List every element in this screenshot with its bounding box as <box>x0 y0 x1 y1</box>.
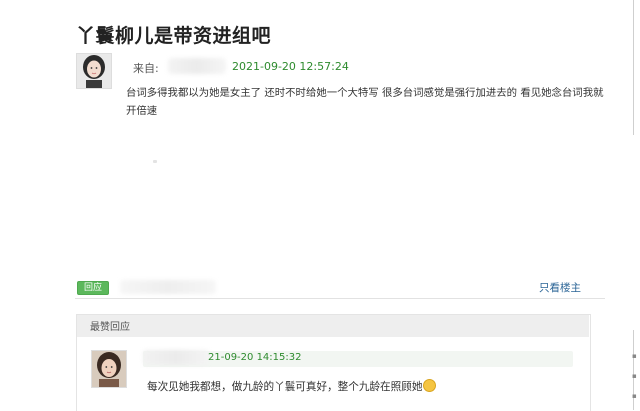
author-name-blurred[interactable] <box>168 58 226 74</box>
post-timestamp: 2021-09-20 12:57:24 <box>232 60 349 73</box>
scroll-marker-icon: ▪ <box>632 352 637 360</box>
only-author-link[interactable]: 只看楼主 <box>539 280 581 295</box>
reply-content: 每次见她我都想，做九龄的丫鬟可真好，整个九龄在照顾她 <box>147 379 437 394</box>
post-content: 台词多得我都以为她是女主了 还时不时给她一个大特写 很多台词感觉是强行加进去的 … <box>126 87 604 117</box>
reply-timestamp: 21-09-20 14:15:32 <box>208 352 302 363</box>
smile-emoji-icon <box>423 379 437 392</box>
blurred-text <box>120 280 216 294</box>
reply-text: 每次见她我都想，做九龄的丫鬟可真好，整个九龄在照顾她 <box>147 381 423 393</box>
reply-author-blurred[interactable] <box>143 350 209 365</box>
image-placeholder <box>153 160 157 163</box>
right-margin <box>630 0 640 410</box>
best-replies-header <box>77 315 589 337</box>
right-border <box>633 0 634 135</box>
reply-button[interactable]: 回应 <box>77 281 109 295</box>
divider <box>75 298 605 299</box>
post-title: 丫鬟柳儿是带资进组吧 <box>76 25 272 47</box>
source-label: 来自: <box>133 62 159 75</box>
reply-avatar[interactable] <box>91 350 127 388</box>
scroll-marker-icon: ▪ <box>632 392 637 400</box>
best-replies-title: 最赞回应 <box>90 322 130 333</box>
scroll-marker-icon: ▪ <box>632 372 637 380</box>
author-avatar[interactable] <box>76 53 112 89</box>
